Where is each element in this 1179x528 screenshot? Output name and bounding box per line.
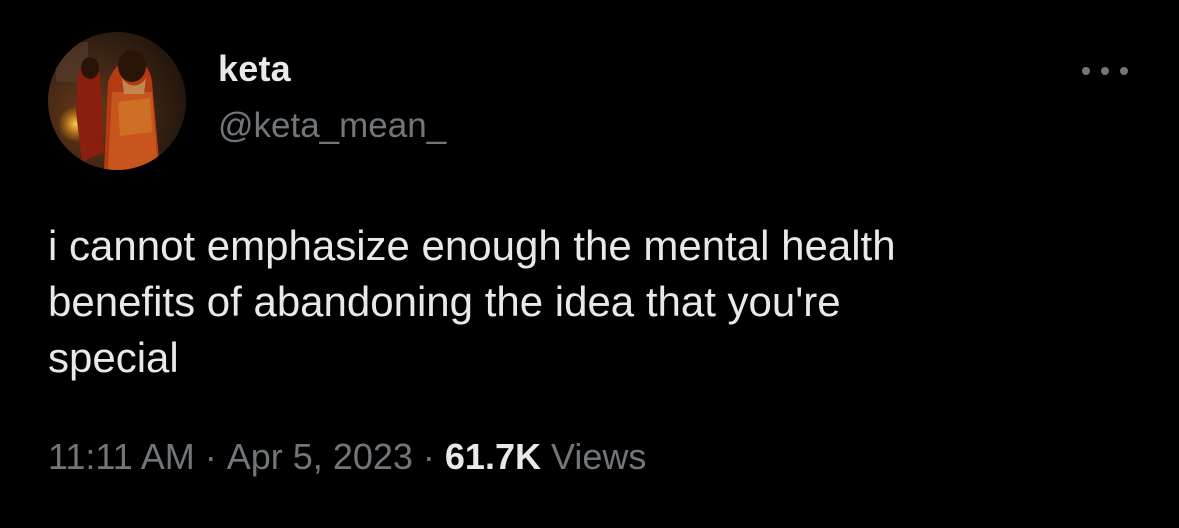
separator: · — [204, 436, 217, 477]
views-label: Views — [551, 436, 647, 477]
tweet-date[interactable]: Apr 5, 2023 — [227, 436, 413, 477]
tweet-text: i cannot emphasize enough the mental hea… — [48, 222, 896, 381]
profile-photo-icon — [48, 32, 186, 170]
display-name[interactable]: keta — [218, 48, 291, 90]
more-options-button[interactable] — [1082, 56, 1128, 86]
views-count[interactable]: 61.7K — [445, 436, 541, 477]
tweet-time[interactable]: 11:11 AM — [48, 436, 195, 477]
separator: · — [422, 436, 435, 477]
more-horizontal-icon — [1082, 67, 1090, 75]
tweet: keta @keta_mean_ i cannot emphasize enou… — [0, 0, 1179, 528]
tweet-meta: 11:11 AM · Apr 5, 2023 · 61.7K Views — [48, 436, 646, 478]
avatar[interactable] — [48, 32, 186, 170]
user-handle[interactable]: @keta_mean_ — [218, 106, 446, 146]
